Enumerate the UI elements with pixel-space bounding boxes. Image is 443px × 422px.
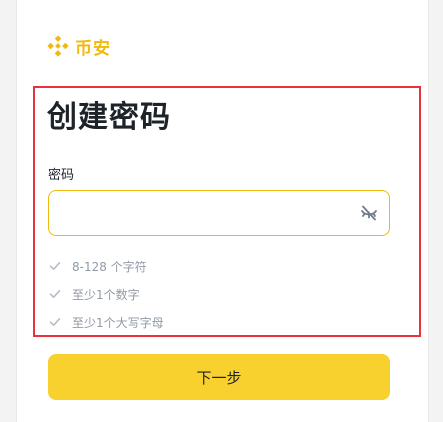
rule-item: 至少1个数字 — [48, 280, 164, 308]
rule-text: 至少1个大写字母 — [72, 315, 164, 330]
check-icon — [49, 262, 61, 270]
rule-text: 至少1个数字 — [72, 287, 140, 302]
rule-text: 8-128 个字符 — [72, 259, 147, 274]
brand-logo[interactable]: 币安 — [47, 33, 111, 59]
binance-logo-icon — [47, 35, 69, 57]
password-field[interactable] — [48, 190, 390, 237]
eye-slash-icon[interactable] — [359, 203, 379, 223]
check-icon — [49, 290, 61, 298]
brand-name: 币安 — [75, 38, 111, 59]
page-title: 创建密码 — [47, 100, 171, 135]
next-button[interactable]: 下一步 — [48, 354, 390, 400]
password-input[interactable] — [61, 191, 355, 237]
password-label: 密码 — [48, 168, 75, 183]
password-rules: 8-128 个字符 至少1个数字 至少1个大写字母 — [48, 252, 164, 336]
signup-card: 币安 创建密码 密码 8-128 个字符 至少1个数字 至少1个大写字母 下一步 — [16, 0, 429, 422]
check-icon — [49, 318, 61, 326]
rule-item: 至少1个大写字母 — [48, 308, 164, 336]
rule-item: 8-128 个字符 — [48, 252, 164, 280]
